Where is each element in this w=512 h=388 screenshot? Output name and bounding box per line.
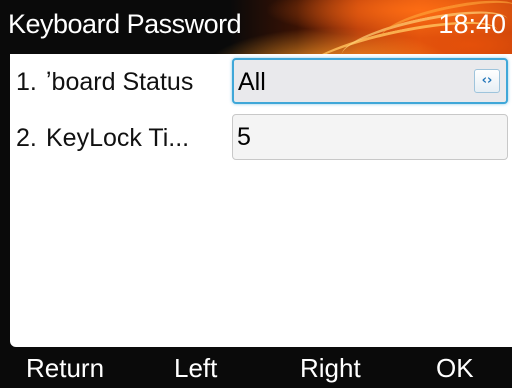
return-softkey[interactable]: Return [26,353,104,384]
setting-label-text: ʼboard Status [46,68,194,96]
ok-softkey[interactable]: OK [436,353,474,384]
keylock-time-input[interactable]: 5 [232,114,508,160]
setting-label: 1. ʼboard Status [16,68,228,97]
status-clock: 18:40 [438,9,506,39]
keyboard-status-select[interactable]: All ‹› [232,58,508,104]
setting-number: 1. [16,68,37,96]
title-bar: Keyboard Password 18:40 [0,0,512,54]
right-softkey[interactable]: Right [300,353,361,384]
softkey-bar: Return Left Right OK [0,347,512,388]
input-value: 5 [237,123,251,151]
page-title: Keyboard Password [8,9,242,39]
left-right-arrows-icon[interactable]: ‹› [474,69,500,93]
setting-row-keylock-time[interactable]: 2. KeyLock Ti... 5 [10,112,512,166]
left-softkey[interactable]: Left [174,353,217,384]
setting-row-keyboard-status[interactable]: 1. ʼboard Status All ‹› [10,56,512,110]
select-value: All [238,68,266,96]
setting-label-text: KeyLock Ti... [46,124,190,152]
setting-label: 2. KeyLock Ti... [16,124,230,153]
settings-list: 1. ʼboard Status All ‹› 2. KeyLock Ti... 5 [10,54,512,347]
phone-screen: Keyboard Password 18:40 1. ʼboard Status … [0,0,512,388]
setting-number: 2. [16,124,37,152]
